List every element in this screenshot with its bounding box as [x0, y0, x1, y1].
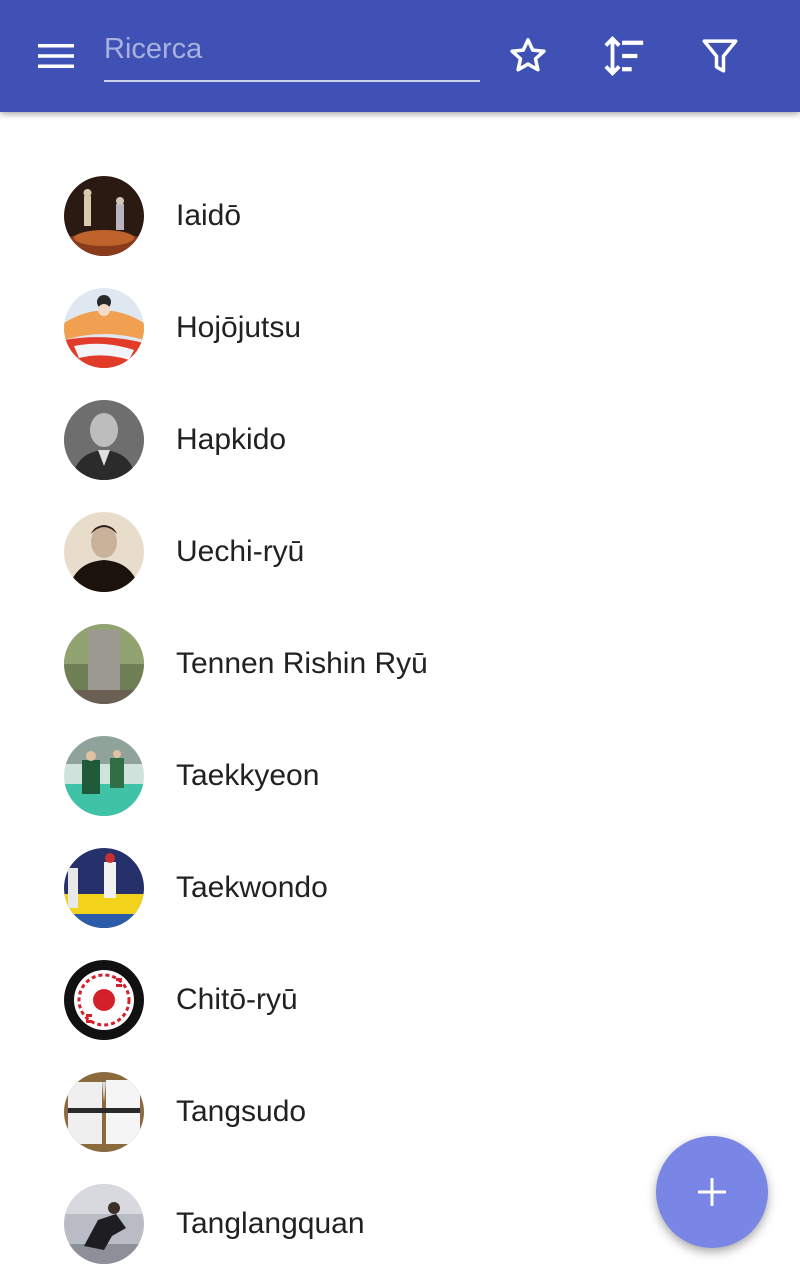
avatar	[64, 288, 144, 368]
filter-button[interactable]	[692, 28, 748, 84]
app-bar	[0, 0, 800, 112]
search-input[interactable]	[104, 22, 480, 76]
avatar	[64, 400, 144, 480]
martial-arts-list: Iaidō Hojōjutsu Hapkido Uechi-ryū Tennen…	[0, 160, 800, 1280]
add-button[interactable]	[656, 1136, 768, 1248]
list-item[interactable]: Uechi-ryū	[0, 496, 800, 608]
list-item[interactable]: Taekkyeon	[0, 720, 800, 832]
sort-icon	[601, 33, 647, 79]
avatar	[64, 960, 144, 1040]
list-item[interactable]: Tennen Rishin Ryū	[0, 608, 800, 720]
item-label: Tanglangquan	[176, 1207, 365, 1240]
avatar	[64, 848, 144, 928]
avatar	[64, 512, 144, 592]
item-label: Tangsudo	[176, 1095, 307, 1128]
list-item[interactable]: Chitō-ryū	[0, 944, 800, 1056]
avatar	[64, 176, 144, 256]
item-label: Taekwondo	[176, 871, 328, 904]
star-outline-icon	[506, 34, 550, 78]
item-label: Hojōjutsu	[176, 311, 302, 344]
avatar	[64, 1184, 144, 1264]
hamburger-menu-icon	[36, 36, 76, 76]
list-item[interactable]: Taekwondo	[0, 832, 800, 944]
favorites-button[interactable]	[500, 28, 556, 84]
menu-button[interactable]	[28, 28, 84, 84]
list-item[interactable]: Hojōjutsu	[0, 272, 800, 384]
item-label: Tennen Rishin Ryū	[176, 647, 428, 680]
item-label: Chitō-ryū	[176, 983, 298, 1016]
item-label: Uechi-ryū	[176, 535, 305, 568]
filter-icon	[699, 35, 741, 77]
avatar	[64, 736, 144, 816]
list-item[interactable]: Hapkido	[0, 384, 800, 496]
item-label: Iaidō	[176, 199, 242, 232]
item-label: Taekkyeon	[176, 759, 320, 792]
item-label: Hapkido	[176, 423, 287, 456]
list-item[interactable]: Iaidō	[0, 160, 800, 272]
avatar	[64, 1072, 144, 1152]
sort-button[interactable]	[596, 28, 652, 84]
search-field	[104, 22, 480, 82]
avatar	[64, 624, 144, 704]
plus-icon	[694, 1174, 730, 1210]
